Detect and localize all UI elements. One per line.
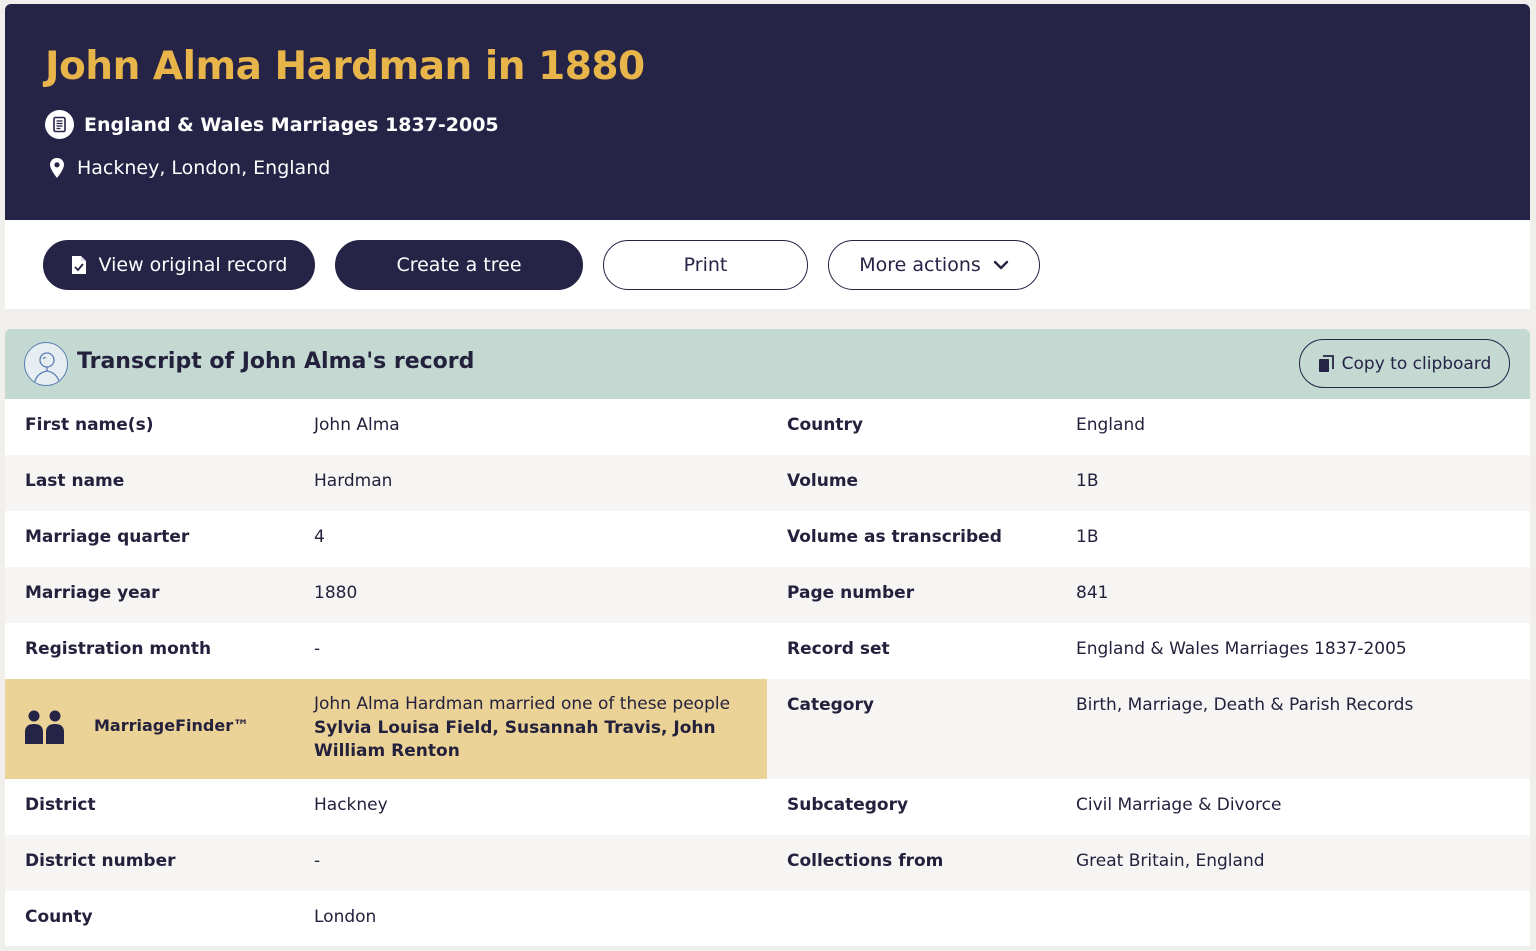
- record-header: John Alma Hardman in 1880 England & Wale…: [5, 4, 1530, 220]
- field-label: Category: [787, 695, 874, 715]
- field-value: Civil Marriage & Divorce: [1076, 795, 1282, 815]
- table-row: Last name Hardman Volume 1B: [5, 455, 1530, 511]
- couple-icon: [24, 710, 66, 744]
- field-label: Collections from: [787, 851, 944, 871]
- field-value: Birth, Marriage, Death & Parish Records: [1076, 695, 1414, 715]
- field-value: 841: [1076, 583, 1109, 603]
- field-value: 1B: [1076, 471, 1099, 491]
- field-value: 1B: [1076, 527, 1099, 547]
- marriage-finder-intro: John Alma Hardman married one of these p…: [314, 694, 731, 714]
- field-label: District: [25, 795, 96, 815]
- field-value: Hardman: [314, 471, 393, 491]
- person-avatar-icon: [24, 342, 68, 386]
- copy-to-clipboard-label: Copy to clipboard: [1341, 353, 1492, 374]
- field-label: Volume as transcribed: [787, 527, 1002, 547]
- marriage-finder-panel[interactable]: MarriageFinder™ John Alma Hardman marrie…: [5, 679, 767, 779]
- field-value: England: [1076, 415, 1146, 435]
- copy-to-clipboard-button[interactable]: Copy to clipboard: [1299, 339, 1510, 388]
- field-value: Great Britain, England: [1076, 851, 1265, 871]
- table-row: District number - Collections from Great…: [5, 835, 1530, 891]
- field-label: County: [25, 907, 93, 927]
- print-button[interactable]: Print: [603, 240, 808, 290]
- field-label: Page number: [787, 583, 915, 603]
- field-value: Hackney: [314, 795, 388, 815]
- transcript-header: Transcript of John Alma's record Copy to…: [5, 329, 1530, 399]
- marriage-finder-text: John Alma Hardman married one of these p…: [314, 693, 744, 764]
- field-value: John Alma: [314, 415, 400, 435]
- field-value: 4: [314, 527, 325, 547]
- map-pin-icon: [49, 157, 65, 179]
- view-original-record-label: View original record: [98, 254, 288, 276]
- page-title: John Alma Hardman in 1880: [45, 44, 645, 89]
- collection-name: England & Wales Marriages 1837-2005: [84, 113, 499, 136]
- location-text: Hackney, London, England: [77, 157, 331, 179]
- more-actions-button[interactable]: More actions: [828, 240, 1040, 290]
- field-label: District number: [25, 851, 176, 871]
- field-label: Subcategory: [787, 795, 909, 815]
- transcript-table: First name(s) John Alma Country England …: [5, 399, 1530, 946]
- field-value: -: [314, 639, 321, 659]
- create-tree-button[interactable]: Create a tree: [335, 240, 583, 290]
- collection-row: England & Wales Marriages 1837-2005: [45, 110, 499, 139]
- field-value: -: [314, 851, 321, 871]
- field-value: London: [314, 907, 377, 927]
- field-label: Country: [787, 415, 863, 435]
- marriage-finder-label: MarriageFinder™: [94, 716, 250, 735]
- document-icon: [45, 110, 74, 139]
- transcript-title: Transcript of John Alma's record: [77, 349, 475, 374]
- field-label: Volume: [787, 471, 859, 491]
- table-row: Marriage quarter 4 Volume as transcribed…: [5, 511, 1530, 567]
- field-label: Registration month: [25, 639, 212, 659]
- field-value: 1880: [314, 583, 358, 603]
- field-value: England & Wales Marriages 1837-2005: [1076, 639, 1407, 659]
- table-row: First name(s) John Alma Country England: [5, 399, 1530, 455]
- field-label: Last name: [25, 471, 125, 491]
- action-bar: View original record Create a tree Print…: [5, 220, 1530, 309]
- document-image-icon: [71, 255, 87, 275]
- create-tree-label: Create a tree: [396, 254, 522, 276]
- table-row: Registration month - Record set England …: [5, 623, 1530, 679]
- print-label: Print: [683, 254, 728, 276]
- copy-icon: [1318, 354, 1334, 373]
- table-row: Marriage year 1880 Page number 841: [5, 567, 1530, 623]
- table-row: District Hackney Subcategory Civil Marri…: [5, 779, 1530, 835]
- marriage-finder-names[interactable]: Sylvia Louisa Field, Susannah Travis, Jo…: [314, 717, 744, 764]
- view-original-record-button[interactable]: View original record: [43, 240, 315, 290]
- field-label: Marriage quarter: [25, 527, 190, 547]
- table-row: MarriageFinder™ John Alma Hardman marrie…: [5, 679, 1530, 779]
- field-label: Marriage year: [25, 583, 160, 603]
- table-row: County London: [5, 891, 1530, 946]
- more-actions-label: More actions: [859, 254, 981, 276]
- field-label: First name(s): [25, 415, 154, 435]
- chevron-down-icon: [993, 260, 1009, 270]
- location-row: Hackney, London, England: [49, 157, 330, 179]
- field-label: Record set: [787, 639, 890, 659]
